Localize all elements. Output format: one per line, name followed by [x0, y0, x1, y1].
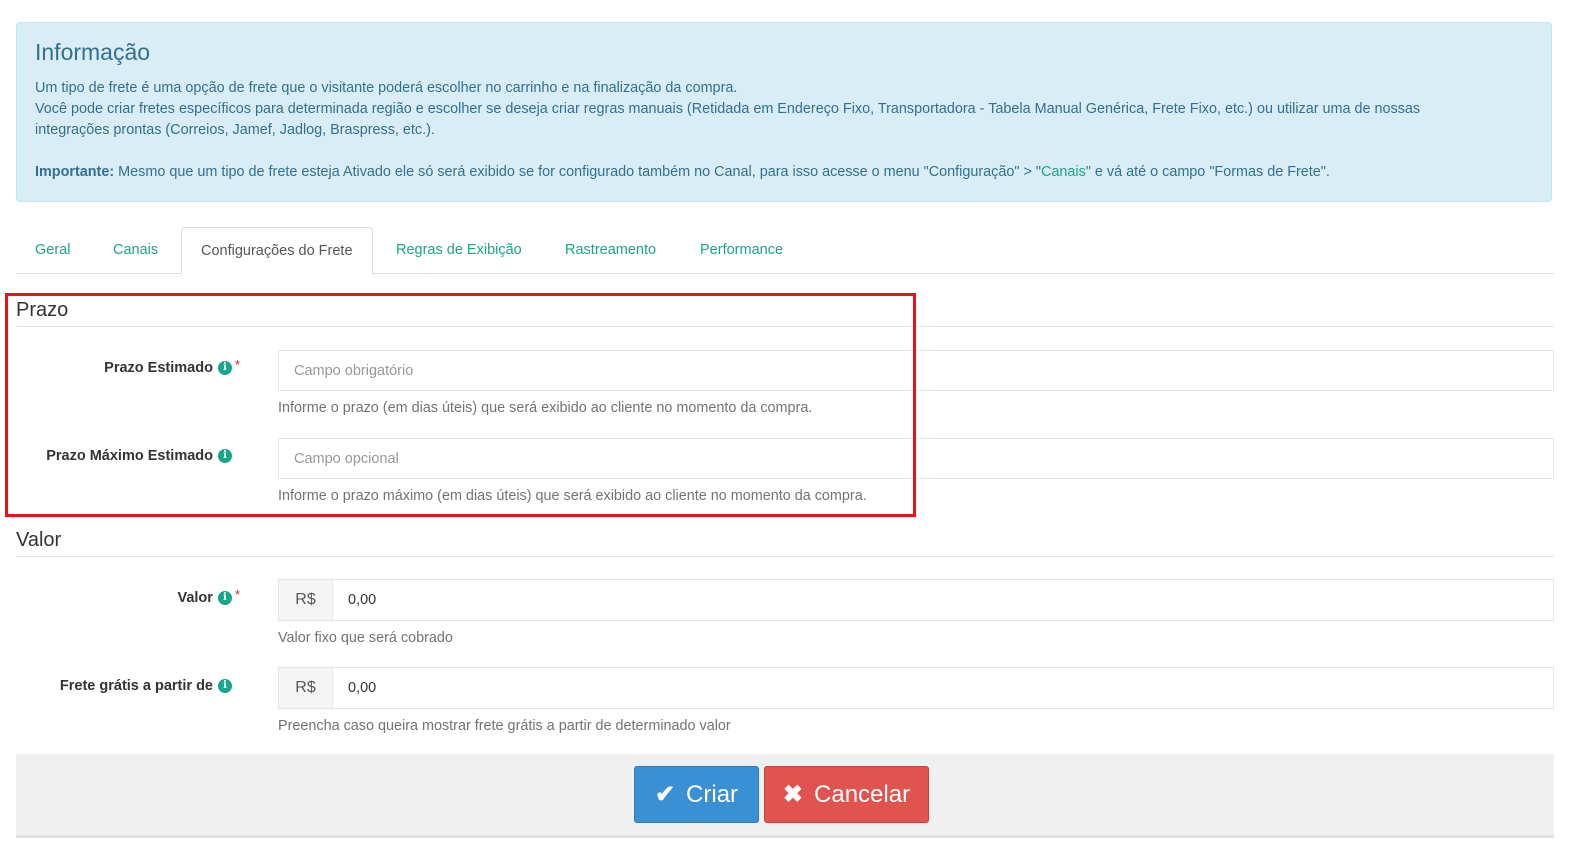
tab-performance[interactable]: Performance — [681, 227, 802, 274]
close-icon: ✖ — [782, 781, 804, 808]
check-icon: ✔ — [654, 781, 676, 808]
important-text-a: Mesmo que um tipo de frete esteja Ativad… — [114, 164, 1042, 180]
prazo-estimado-label-text: Prazo Estimado — [104, 360, 213, 376]
frete-gratis-input-group: R$ — [278, 667, 1554, 709]
canais-link[interactable]: Canais — [1041, 164, 1086, 180]
section-title-prazo: Prazo — [16, 299, 1554, 327]
info-icon[interactable]: i — [217, 591, 232, 605]
prazo-maximo-label: Prazo Máximo Estimado i — [46, 448, 240, 464]
prazo-maximo-label-text: Prazo Máximo Estimado — [46, 448, 213, 464]
required-asterisk: * — [234, 356, 240, 372]
prazo-maximo-input[interactable] — [278, 438, 1554, 479]
frete-gratis-label-text: Frete grátis a partir de — [59, 678, 213, 694]
tab-configuracoes-do-frete[interactable]: Configurações do Frete — [181, 227, 373, 275]
info-icon[interactable]: i — [218, 449, 232, 463]
valor-input[interactable] — [333, 580, 1553, 620]
valor-label: Valor i * — [177, 586, 240, 607]
info-line-1: Um tipo de frete é uma opção de frete qu… — [35, 80, 738, 96]
info-title: Informação — [35, 39, 151, 65]
info-line-2: Você pode criar fretes específicos para … — [35, 101, 1421, 117]
tab-bar: Geral Canais Configurações do Frete Regr… — [16, 227, 1554, 275]
important-label: Importante: — [35, 164, 115, 180]
valor-label-text: Valor — [177, 590, 213, 606]
tab-geral[interactable]: Geral — [16, 227, 89, 274]
valor-input-group: R$ — [278, 579, 1554, 621]
create-button-label: Criar — [686, 780, 739, 808]
currency-addon: R$ — [279, 668, 333, 708]
tab-regras-de-exibicao[interactable]: Regras de Exibição — [377, 227, 541, 274]
frete-gratis-label: Frete grátis a partir de i — [60, 678, 240, 694]
cancel-button[interactable]: ✖ Cancelar — [764, 766, 929, 823]
valor-help: Valor fixo que será cobrado — [278, 630, 453, 646]
info-icon[interactable]: i — [218, 679, 232, 693]
create-button[interactable]: ✔ Criar — [634, 766, 759, 823]
prazo-estimado-help: Informe o prazo (em dias úteis) que será… — [278, 400, 813, 416]
tab-rastreamento[interactable]: Rastreamento — [546, 227, 675, 274]
info-alert: Informação Um tipo de frete é uma opção … — [16, 22, 1552, 202]
prazo-maximo-help: Informe o prazo máximo (em dias úteis) q… — [278, 488, 867, 504]
prazo-estimado-input[interactable] — [278, 350, 1554, 391]
cancel-button-label: Cancelar — [814, 780, 911, 808]
prazo-estimado-label: Prazo Estimado i * — [104, 356, 240, 377]
important-text-b: " e vá até o campo "Formas de Frete". — [1085, 164, 1330, 180]
info-important: Importante: Mesmo que um tipo de frete e… — [35, 162, 1533, 183]
frete-gratis-input[interactable] — [333, 668, 1553, 708]
info-icon[interactable]: i — [217, 361, 232, 375]
required-asterisk: * — [234, 586, 240, 602]
form-actions-bar: ✔ Criar ✖ Cancelar — [16, 754, 1554, 838]
info-line-3: integrações prontas (Correios, Jamef, Ja… — [35, 122, 435, 138]
section-title-valor: Valor — [16, 529, 1554, 557]
tab-canais[interactable]: Canais — [94, 227, 177, 274]
currency-addon: R$ — [279, 580, 333, 620]
frete-gratis-help: Preencha caso queira mostrar frete gráti… — [278, 718, 731, 734]
